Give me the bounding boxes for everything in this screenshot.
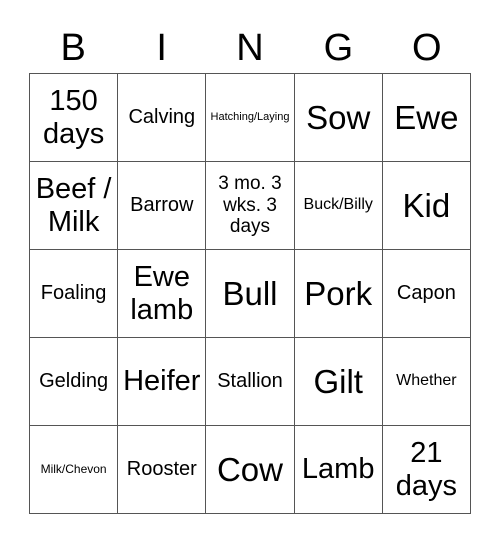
bingo-cell[interactable]: Hatching/Laying <box>206 74 295 162</box>
bingo-header: B I N G O <box>29 24 471 72</box>
bingo-cell[interactable]: 21 days <box>382 426 471 514</box>
bingo-cell[interactable]: 3 mo. 3 wks. 3 days <box>206 162 295 250</box>
bingo-cell[interactable]: Calving <box>118 74 207 162</box>
bingo-cell[interactable]: 150 days <box>30 74 119 162</box>
bingo-cell[interactable]: Whether <box>382 338 471 426</box>
bingo-cell[interactable]: Gilt <box>294 338 383 426</box>
bingo-cell[interactable]: Rooster <box>118 426 207 514</box>
bingo-cell[interactable]: Heifer <box>118 338 207 426</box>
bingo-cell[interactable]: Pork <box>294 250 383 338</box>
bingo-cell[interactable]: Barrow <box>118 162 207 250</box>
bingo-cell[interactable]: Gelding <box>30 338 119 426</box>
bingo-cell[interactable]: Lamb <box>294 426 383 514</box>
bingo-cell[interactable]: Kid <box>382 162 471 250</box>
bingo-cell[interactable]: Buck/Billy <box>294 162 383 250</box>
bingo-cell[interactable]: Cow <box>206 426 295 514</box>
bingo-cell[interactable]: Ewe <box>382 74 471 162</box>
bingo-cell[interactable]: Milk/Chevon <box>30 426 119 514</box>
bingo-cell[interactable]: Foaling <box>30 250 119 338</box>
bingo-cell[interactable]: Beef / Milk <box>30 162 119 250</box>
bingo-cell[interactable]: Bull <box>206 250 295 338</box>
bingo-cell[interactable]: Stallion <box>206 338 295 426</box>
header-letter-b: B <box>60 27 86 69</box>
bingo-cell[interactable]: Ewe lamb <box>118 250 207 338</box>
bingo-cell[interactable]: Sow <box>294 74 383 162</box>
bingo-cell[interactable]: Capon <box>382 250 471 338</box>
bingo-card-grid: 150 days Calving Hatching/Laying Sow Ewe… <box>29 73 471 514</box>
header-letter-g: G <box>323 27 354 69</box>
header-letter-n: N <box>236 27 264 69</box>
header-letter-o: O <box>412 27 442 69</box>
header-letter-i: I <box>156 27 167 69</box>
